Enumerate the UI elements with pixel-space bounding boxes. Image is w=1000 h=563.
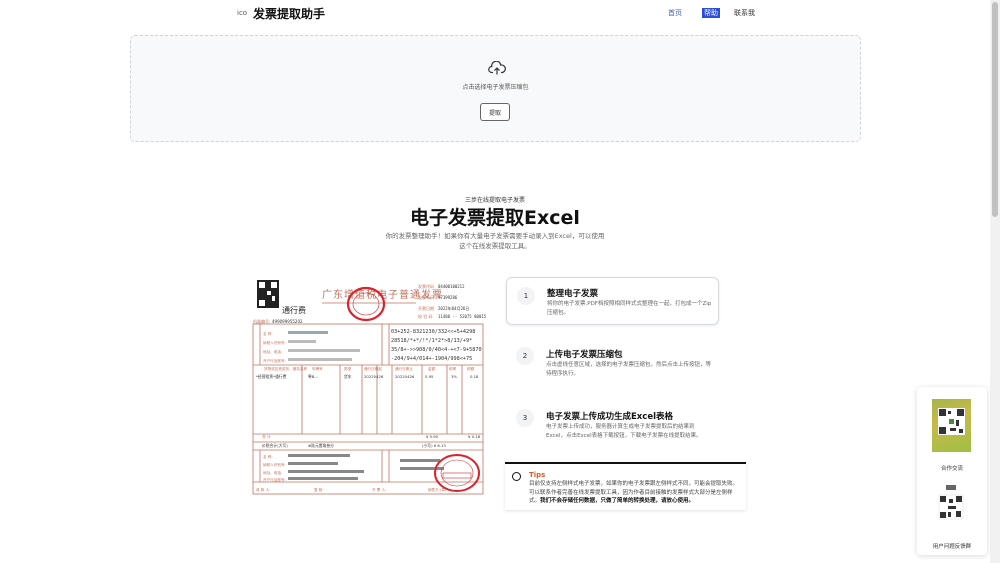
nav-help[interactable]: 帮助: [702, 8, 720, 18]
info-circle-icon: [512, 472, 521, 481]
svg-text:复 核:: 复 核:: [314, 487, 324, 492]
page-scrollbar[interactable]: [990, 0, 1000, 563]
step-description: 电子发票上传成功，服务器计算生成电子发票提取后的结果到Excel，点击Excel…: [546, 424, 702, 439]
svg-text:开票日期: 开票日期: [418, 305, 434, 311]
svg-text:名 称:: 名 称:: [263, 331, 273, 336]
step-title: 整理电子发票: [547, 289, 599, 299]
svg-text:开户行及账号:: 开户行及账号:: [263, 477, 286, 482]
svg-text:机器编号:: 机器编号:: [253, 318, 270, 324]
svg-text:20220426: 20220426: [364, 374, 384, 379]
svg-text:地址、电话:: 地址、电话:: [263, 470, 282, 475]
svg-text:04400100212: 04400100212: [438, 284, 465, 289]
sample-invoice-image: 通行费 广东增值税电子普通发票 发票代码发票号码 开票日期校 验 码 04400…: [252, 279, 487, 495]
cloud-upload-icon: [488, 61, 506, 75]
tips-panel: Tips 目前仅支持左侧样式电子发票，如果你的电子发票跟左侧样式不同，可能会提取…: [505, 462, 746, 510]
invoice-qr-code: [256, 279, 280, 309]
svg-text:名 称:: 名 称:: [263, 454, 273, 459]
svg-text:⊗陆元壹角叁分: ⊗陆元壹角叁分: [308, 443, 334, 448]
svg-text:*经营租赁*通行费: *经营租赁*通行费: [256, 374, 287, 379]
svg-text:开 票 人:: 开 票 人:: [372, 487, 386, 492]
upload-dropzone[interactable]: 点击选择电子发票压缩包 提取: [130, 35, 861, 142]
svg-text:(小写) ¥ 6.13: (小写) ¥ 6.13: [422, 443, 446, 448]
svg-text:11488 ·· 52075 80015: 11488 ·· 52075 80015: [438, 314, 487, 319]
logo-icon: ico: [237, 9, 248, 17]
svg-text:纳税人识别号:: 纳税人识别号:: [263, 462, 286, 467]
extract-button[interactable]: 提取: [480, 103, 510, 121]
svg-text:税额: 税额: [467, 366, 475, 371]
nav-home[interactable]: 首页: [668, 8, 682, 18]
svg-text:金额: 金额: [428, 366, 436, 371]
svg-text:粤B...: 粤B...: [308, 374, 318, 379]
feedback-group-label: 用户问题反馈群: [932, 544, 972, 550]
svg-text:货车: 货车: [344, 374, 352, 379]
svg-text:校 验 码: 校 验 码: [418, 313, 433, 319]
svg-text:通行日期止: 通行日期止: [395, 366, 413, 371]
top-header: ico 发票提取助手 首页 帮助 联系我: [0, 0, 990, 28]
svg-text:发票代码: 发票代码: [418, 283, 434, 289]
site-title[interactable]: 发票提取助手: [253, 5, 325, 22]
side-contact-panel: 合作交流 用户问题反馈群: [917, 387, 987, 555]
svg-text:通行日期起: 通行日期起: [364, 366, 382, 371]
step-number: 1: [517, 287, 535, 305]
feedback-group-qr-code[interactable]: [937, 485, 965, 525]
svg-text:货物或应税劳务、服务名称: 货物或应税劳务、服务名称: [264, 366, 308, 371]
step-description: 将你的电子发票.PDF档按照相同样式式整理在一起，打包成一个Zip压缩包。: [547, 301, 712, 316]
tips-body: 目前仅支持左侧样式电子发票，如果你的电子发票跟左侧样式不同，可能会提取失败。可以…: [529, 480, 741, 506]
svg-text:开户行及账号:: 开户行及账号:: [263, 358, 286, 363]
svg-text:499099955202: 499099955202: [272, 319, 303, 324]
svg-text:地址、电话:: 地址、电话:: [263, 349, 282, 354]
hero-title: 电子发票提取Excel: [410, 207, 580, 229]
svg-text:税率: 税率: [449, 366, 457, 371]
step-number: 3: [516, 409, 534, 427]
svg-text:3%: 3%: [451, 374, 457, 379]
svg-text:03+252-8321230/332<<+5+4298: 03+252-8321230/332<<+5+4298: [391, 329, 475, 335]
svg-text:28518/*+*/!*/1*2*>8/13/+9*: 28518/*+*/!*/1*2*>8/13/+9*: [391, 338, 472, 344]
tips-title: Tips: [529, 471, 546, 479]
scrollbar-thumb[interactable]: [992, 2, 998, 217]
svg-text:35/8+->>908/0/40<4-+<7-9+5870: 35/8+->>908/0/40<4-+<7-9+5870: [391, 347, 482, 353]
step-title: 电子发票上传成功生成Excel表格: [546, 412, 674, 422]
svg-text:合 计: 合 计: [262, 434, 271, 439]
svg-text:2022年04月26日: 2022年04月26日: [438, 305, 469, 311]
cooperation-label: 合作交流: [940, 466, 963, 472]
main-nav: 首页 帮助 联系我: [668, 8, 755, 18]
step-title: 上传电子发票压缩包: [546, 350, 623, 360]
invoice-kind: 通行费: [282, 305, 306, 315]
step-card-3[interactable]: 3 电子发票上传成功生成Excel表格 电子发票上传成功，服务器计算生成电子发票…: [506, 402, 719, 452]
step-description: 点击虚线任意区域，选择的电子发票压缩包，然后点击上传按钮，等待程序执行。: [546, 362, 712, 377]
svg-text:¥ 0.18: ¥ 0.18: [468, 434, 481, 439]
svg-text:车牌号: 车牌号: [312, 366, 323, 371]
step-card-1[interactable]: 1 整理电子发票 将你的电子发票.PDF档按照相同样式式整理在一起，打包成一个Z…: [506, 277, 719, 325]
svg-text:¥ 5.95: ¥ 5.95: [426, 434, 439, 439]
svg-text:发票号码: 发票号码: [418, 294, 434, 300]
page: ico 发票提取助手 首页 帮助 联系我 点击选择电子发票压缩包 提取 三步在线…: [0, 0, 1000, 563]
tips-bold-note: 我们不会存储任何数据，只做了简单的转换处理，请放心使用。: [540, 498, 695, 504]
svg-text:类型: 类型: [344, 366, 352, 371]
hero-description: 你的发票整理助手！如果你有大量电子发票需要手动录入到Excel，可以使用这个在线…: [385, 232, 605, 250]
cooperation-qr-code[interactable]: [932, 399, 971, 452]
svg-text:收 款 人:: 收 款 人:: [256, 487, 270, 492]
svg-text:纳税人识别号:: 纳税人识别号:: [263, 340, 286, 345]
nav-contact[interactable]: 联系我: [734, 8, 755, 18]
step-number: 2: [516, 347, 534, 365]
svg-text:价税合计(大写): 价税合计(大写): [262, 443, 288, 448]
svg-text:-204/9+4/014+-1904/998<+75: -204/9+4/014+-1904/998<+75: [391, 356, 472, 362]
qr-code-icon: [939, 409, 964, 434]
step-card-2[interactable]: 2 上传电子发票压缩包 点击虚线任意区域，选择的电子发票压缩包，然后点击上传按钮…: [506, 340, 719, 390]
svg-text:20220426: 20220426: [395, 374, 415, 379]
svg-text:销售方:(章): 销售方:(章): [428, 487, 447, 492]
svg-text:0.18: 0.18: [470, 374, 479, 379]
upload-hint: 点击选择电子发票压缩包: [462, 84, 529, 91]
svg-text:97399286: 97399286: [438, 295, 458, 300]
svg-text:5.95: 5.95: [425, 374, 434, 379]
